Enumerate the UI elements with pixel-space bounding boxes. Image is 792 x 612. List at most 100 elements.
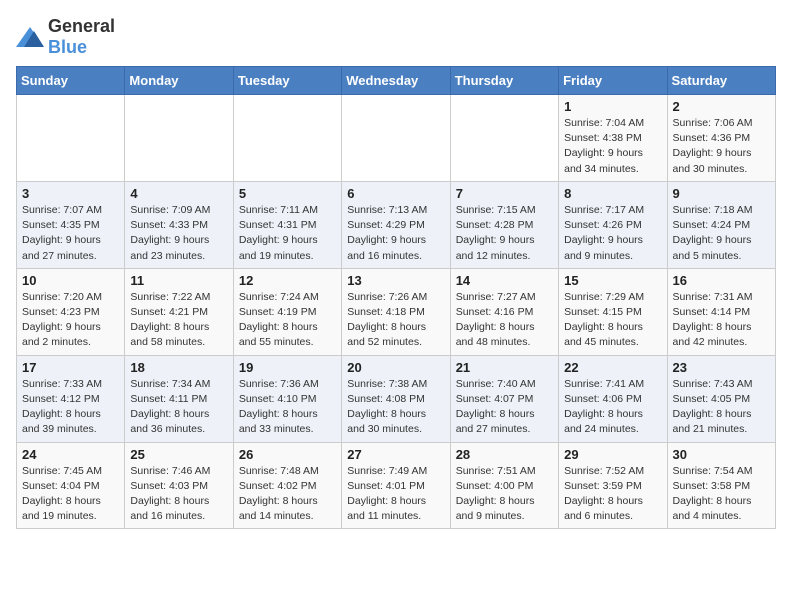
day-number: 16 — [673, 273, 770, 288]
header: General Blue — [16, 16, 776, 58]
day-info: Sunrise: 7:38 AM Sunset: 4:08 PM Dayligh… — [347, 377, 444, 438]
day-number: 22 — [564, 360, 661, 375]
day-info: Sunrise: 7:48 AM Sunset: 4:02 PM Dayligh… — [239, 464, 336, 525]
day-header-tuesday: Tuesday — [233, 67, 341, 95]
day-info: Sunrise: 7:07 AM Sunset: 4:35 PM Dayligh… — [22, 203, 119, 264]
day-info: Sunrise: 7:06 AM Sunset: 4:36 PM Dayligh… — [673, 116, 770, 177]
day-number: 7 — [456, 186, 553, 201]
day-number: 11 — [130, 273, 227, 288]
day-info: Sunrise: 7:29 AM Sunset: 4:15 PM Dayligh… — [564, 290, 661, 351]
day-number: 5 — [239, 186, 336, 201]
day-number: 14 — [456, 273, 553, 288]
day-info: Sunrise: 7:17 AM Sunset: 4:26 PM Dayligh… — [564, 203, 661, 264]
day-number: 9 — [673, 186, 770, 201]
day-number: 23 — [673, 360, 770, 375]
day-info: Sunrise: 7:13 AM Sunset: 4:29 PM Dayligh… — [347, 203, 444, 264]
day-number: 20 — [347, 360, 444, 375]
day-number: 17 — [22, 360, 119, 375]
day-number: 25 — [130, 447, 227, 462]
logo-blue: Blue — [48, 37, 87, 57]
day-number: 30 — [673, 447, 770, 462]
day-info: Sunrise: 7:27 AM Sunset: 4:16 PM Dayligh… — [456, 290, 553, 351]
day-cell: 25 Sunrise: 7:46 AM Sunset: 4:03 PM Dayli… — [125, 442, 233, 529]
day-cell: 7Sunrise: 7:15 AM Sunset: 4:28 PM Daylig… — [450, 181, 558, 268]
day-info: Sunrise: 7:04 AM Sunset: 4:38 PM Dayligh… — [564, 116, 661, 177]
day-cell: 18 Sunrise: 7:34 AM Sunset: 4:11 PM Dayli… — [125, 355, 233, 442]
day-number: 1 — [564, 99, 661, 114]
logo-icon — [16, 27, 44, 47]
day-cell: 29 Sunrise: 7:52 AM Sunset: 3:59 PM Dayli… — [559, 442, 667, 529]
day-number: 4 — [130, 186, 227, 201]
day-number: 15 — [564, 273, 661, 288]
day-info: Sunrise: 7:45 AM Sunset: 4:04 PM Dayligh… — [22, 464, 119, 525]
day-header-wednesday: Wednesday — [342, 67, 450, 95]
day-cell: 22 Sunrise: 7:41 AM Sunset: 4:06 PM Dayli… — [559, 355, 667, 442]
day-info: Sunrise: 7:49 AM Sunset: 4:01 PM Dayligh… — [347, 464, 444, 525]
day-cell: 30 Sunrise: 7:54 AM Sunset: 3:58 PM Dayli… — [667, 442, 775, 529]
day-info: Sunrise: 7:46 AM Sunset: 4:03 PM Dayligh… — [130, 464, 227, 525]
day-number: 6 — [347, 186, 444, 201]
day-number: 2 — [673, 99, 770, 114]
day-cell: 23 Sunrise: 7:43 AM Sunset: 4:05 PM Dayli… — [667, 355, 775, 442]
day-info: Sunrise: 7:51 AM Sunset: 4:00 PM Dayligh… — [456, 464, 553, 525]
day-cell: 8Sunrise: 7:17 AM Sunset: 4:26 PM Daylig… — [559, 181, 667, 268]
day-info: Sunrise: 7:52 AM Sunset: 3:59 PM Dayligh… — [564, 464, 661, 525]
calendar-body: 1 Sunrise: 7:04 AM Sunset: 4:38 PM Daylig… — [17, 95, 776, 529]
day-cell: 20 Sunrise: 7:38 AM Sunset: 4:08 PM Dayli… — [342, 355, 450, 442]
day-number: 28 — [456, 447, 553, 462]
day-header-monday: Monday — [125, 67, 233, 95]
day-cell: 1 Sunrise: 7:04 AM Sunset: 4:38 PM Daylig… — [559, 95, 667, 182]
day-cell: 27 Sunrise: 7:49 AM Sunset: 4:01 PM Dayli… — [342, 442, 450, 529]
week-row-5: 24 Sunrise: 7:45 AM Sunset: 4:04 PM Dayli… — [17, 442, 776, 529]
day-cell: 19Sunrise: 7:36 AM Sunset: 4:10 PM Dayli… — [233, 355, 341, 442]
day-cell: 13 Sunrise: 7:26 AM Sunset: 4:18 PM Dayli… — [342, 268, 450, 355]
day-cell: 5Sunrise: 7:11 AM Sunset: 4:31 PM Daylig… — [233, 181, 341, 268]
day-cell: 3 Sunrise: 7:07 AM Sunset: 4:35 PM Daylig… — [17, 181, 125, 268]
day-number: 3 — [22, 186, 119, 201]
day-cell — [233, 95, 341, 182]
day-number: 26 — [239, 447, 336, 462]
day-cell: 21 Sunrise: 7:40 AM Sunset: 4:07 PM Dayli… — [450, 355, 558, 442]
day-cell: 2 Sunrise: 7:06 AM Sunset: 4:36 PM Daylig… — [667, 95, 775, 182]
day-header-friday: Friday — [559, 67, 667, 95]
day-info: Sunrise: 7:40 AM Sunset: 4:07 PM Dayligh… — [456, 377, 553, 438]
logo-general: General — [48, 16, 115, 36]
day-cell: 12 Sunrise: 7:24 AM Sunset: 4:19 PM Dayli… — [233, 268, 341, 355]
week-row-3: 10 Sunrise: 7:20 AM Sunset: 4:23 PM Dayli… — [17, 268, 776, 355]
day-number: 29 — [564, 447, 661, 462]
calendar-header: SundayMondayTuesdayWednesdayThursdayFrid… — [17, 67, 776, 95]
day-number: 21 — [456, 360, 553, 375]
day-number: 24 — [22, 447, 119, 462]
day-header-saturday: Saturday — [667, 67, 775, 95]
day-info: Sunrise: 7:34 AM Sunset: 4:11 PM Dayligh… — [130, 377, 227, 438]
day-info: Sunrise: 7:26 AM Sunset: 4:18 PM Dayligh… — [347, 290, 444, 351]
day-cell — [450, 95, 558, 182]
day-info: Sunrise: 7:41 AM Sunset: 4:06 PM Dayligh… — [564, 377, 661, 438]
day-number: 13 — [347, 273, 444, 288]
day-cell: 17 Sunrise: 7:33 AM Sunset: 4:12 PM Dayli… — [17, 355, 125, 442]
day-number: 10 — [22, 273, 119, 288]
day-info: Sunrise: 7:33 AM Sunset: 4:12 PM Dayligh… — [22, 377, 119, 438]
day-number: 12 — [239, 273, 336, 288]
week-row-2: 3 Sunrise: 7:07 AM Sunset: 4:35 PM Daylig… — [17, 181, 776, 268]
day-header-thursday: Thursday — [450, 67, 558, 95]
day-info: Sunrise: 7:20 AM Sunset: 4:23 PM Dayligh… — [22, 290, 119, 351]
day-cell: 10 Sunrise: 7:20 AM Sunset: 4:23 PM Dayli… — [17, 268, 125, 355]
day-cell: 16Sunrise: 7:31 AM Sunset: 4:14 PM Dayli… — [667, 268, 775, 355]
day-info: Sunrise: 7:18 AM Sunset: 4:24 PM Dayligh… — [673, 203, 770, 264]
day-cell: 4Sunrise: 7:09 AM Sunset: 4:33 PM Daylig… — [125, 181, 233, 268]
day-header-sunday: Sunday — [17, 67, 125, 95]
day-cell: 24 Sunrise: 7:45 AM Sunset: 4:04 PM Dayli… — [17, 442, 125, 529]
day-number: 18 — [130, 360, 227, 375]
day-info: Sunrise: 7:43 AM Sunset: 4:05 PM Dayligh… — [673, 377, 770, 438]
day-cell — [342, 95, 450, 182]
day-cell: 11Sunrise: 7:22 AM Sunset: 4:21 PM Dayli… — [125, 268, 233, 355]
day-cell — [17, 95, 125, 182]
week-row-4: 17 Sunrise: 7:33 AM Sunset: 4:12 PM Dayli… — [17, 355, 776, 442]
day-number: 19 — [239, 360, 336, 375]
day-info: Sunrise: 7:54 AM Sunset: 3:58 PM Dayligh… — [673, 464, 770, 525]
day-cell: 14 Sunrise: 7:27 AM Sunset: 4:16 PM Dayli… — [450, 268, 558, 355]
day-cell: 26 Sunrise: 7:48 AM Sunset: 4:02 PM Dayli… — [233, 442, 341, 529]
day-number: 27 — [347, 447, 444, 462]
day-info: Sunrise: 7:24 AM Sunset: 4:19 PM Dayligh… — [239, 290, 336, 351]
